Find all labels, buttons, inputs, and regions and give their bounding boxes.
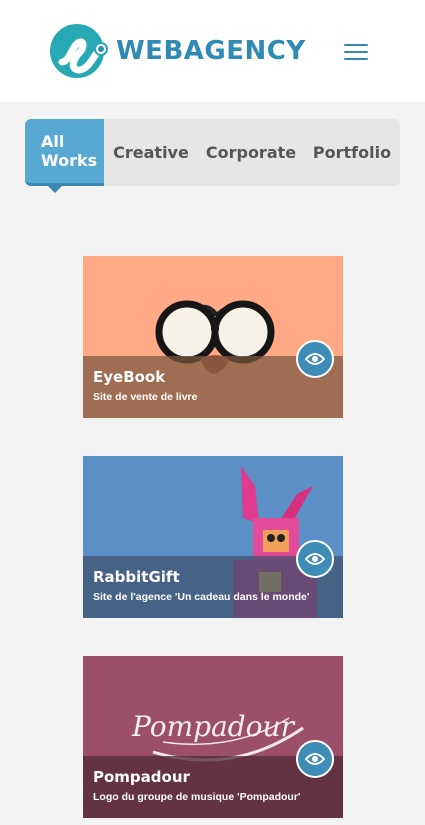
project-card-eyebook[interactable]: EyeBook Site de vente de livre xyxy=(83,256,343,418)
project-title: EyeBook xyxy=(93,368,166,386)
project-description: Site de vente de livre xyxy=(93,391,198,403)
tab-corporate[interactable]: Corporate xyxy=(198,119,304,186)
eye-icon[interactable] xyxy=(296,740,334,778)
site-header: WEBAGENCY xyxy=(0,0,425,102)
hamburger-menu-icon[interactable] xyxy=(344,44,368,62)
tab-portfolio[interactable]: Portfolio xyxy=(304,119,400,186)
tab-all-works[interactable]: All Works xyxy=(25,119,104,193)
tab-all-works-line2: Works xyxy=(41,151,98,170)
filter-tabs: All Works Creative Corporate Portfolio xyxy=(25,119,400,193)
webagency-logo-icon xyxy=(50,22,108,80)
brand-logo[interactable]: WEBAGENCY xyxy=(50,22,305,80)
eye-icon[interactable] xyxy=(296,540,334,578)
tab-all-works-line1: All xyxy=(41,132,65,151)
project-card-pompadour[interactable]: Pompadour Pompadour Logo du groupe de mu… xyxy=(83,656,343,818)
pompadour-logo-text: Pompadour xyxy=(131,710,296,743)
tab-creative[interactable]: Creative xyxy=(104,119,198,186)
eye-icon[interactable] xyxy=(296,340,334,378)
project-title: Pompadour xyxy=(93,768,190,786)
project-title: RabbitGift xyxy=(93,568,180,586)
project-description: Logo du groupe de musique 'Pompadour' xyxy=(93,791,301,803)
brand-name: WEBAGENCY xyxy=(116,36,306,66)
project-card-rabbitgift[interactable]: RabbitGift Site de l'agence 'Un cadeau d… xyxy=(83,456,343,618)
project-description: Site de l'agence 'Un cadeau dans le mond… xyxy=(93,591,310,603)
